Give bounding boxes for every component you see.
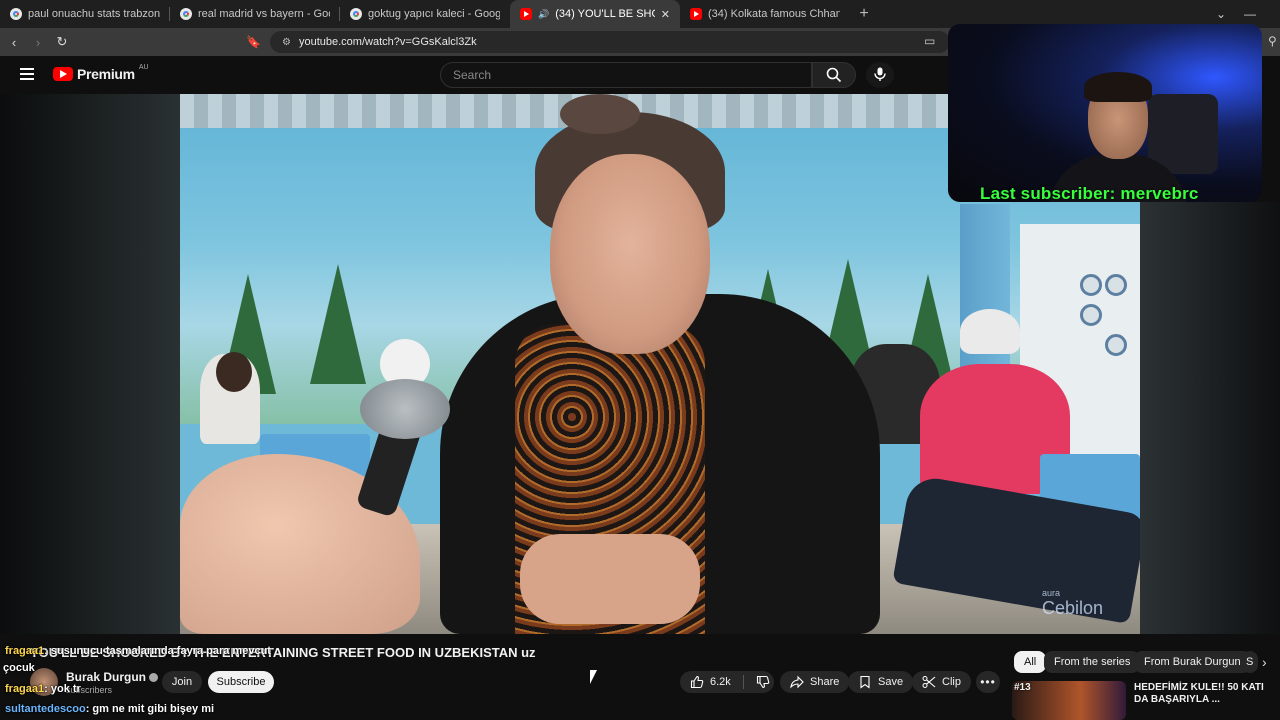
browser-tab-active[interactable]: 🔊 (34) YOU'LL BE SHOCKED BY ✕ xyxy=(510,0,680,28)
join-button[interactable]: Join xyxy=(162,671,202,693)
search-icon xyxy=(826,67,842,83)
back-icon[interactable]: ‹ xyxy=(4,35,24,50)
chat-message: sultantedescoo: gm ne mit gibi bişey mi xyxy=(5,703,214,715)
tab-label: goktug yapıcı kaleci - Google Search xyxy=(368,8,500,20)
verified-icon xyxy=(149,673,159,683)
save-button[interactable]: Save xyxy=(848,671,914,693)
chat-message: çocuk xyxy=(3,662,35,674)
browser-tab[interactable]: paul onuachu stats trabzon - Google xyxy=(0,0,170,28)
more-icon: ••• xyxy=(980,675,996,689)
tab-label: paul onuachu stats trabzon - Google xyxy=(28,8,160,20)
chip-from-channel[interactable]: From Burak Durgun xyxy=(1134,651,1251,673)
browser-tab[interactable]: (34) Kolkata famous Chhangani club xyxy=(680,0,850,28)
bookmark-save-icon xyxy=(860,675,870,689)
voice-search-button[interactable] xyxy=(866,62,894,88)
chip-from-the-series[interactable]: From the series xyxy=(1044,651,1141,673)
google-icon xyxy=(10,8,22,20)
ambient-glow-left xyxy=(0,94,180,634)
chat-text: : yok tr xyxy=(44,683,81,695)
chat-text: çocuk xyxy=(3,662,35,674)
clip-button[interactable]: Clip xyxy=(912,671,971,693)
chip-all[interactable]: All xyxy=(1014,651,1047,673)
extensions-icon[interactable]: ⚲ xyxy=(1268,34,1277,48)
like-count: 6.2k xyxy=(710,676,731,688)
youtube-icon xyxy=(520,8,532,20)
dislike-button[interactable] xyxy=(756,675,770,689)
microphone-icon xyxy=(874,67,886,81)
minimize-icon[interactable]: — xyxy=(1244,7,1256,21)
tab-label: (34) Kolkata famous Chhangani club xyxy=(708,8,840,20)
browser-tab[interactable]: goktug yapıcı kaleci - Google Search xyxy=(340,0,510,28)
youtube-icon xyxy=(690,8,702,20)
close-tab-icon[interactable]: ✕ xyxy=(661,8,670,21)
google-icon xyxy=(350,8,362,20)
chat-text: : gm ne mit gibi bişey mi xyxy=(85,703,215,715)
subscribe-button[interactable]: Subscribe xyxy=(208,671,274,693)
share-button[interactable]: Share xyxy=(780,671,850,693)
mouse-cursor-icon xyxy=(590,670,597,684)
more-actions-button[interactable]: ••• xyxy=(976,671,1000,693)
new-tab-button[interactable]: + xyxy=(850,5,878,23)
search-button[interactable] xyxy=(812,62,856,88)
chat-message: fragaa1: susunucu tasmalarında fayra par… xyxy=(5,645,271,657)
tab-label: (34) YOU'LL BE SHOCKED BY xyxy=(555,8,655,20)
tab-label: real madrid vs bayern - Google Sear xyxy=(198,8,330,20)
youtube-premium-logo[interactable]: Premium AU xyxy=(53,64,149,82)
ambient-glow-right xyxy=(1140,202,1280,634)
url-text: youtube.com/watch?v=GGsKalcl3Zk xyxy=(298,36,477,48)
chat-username: fragaa1 xyxy=(5,645,45,657)
like-dislike-group: 6.2k xyxy=(680,671,774,693)
speaker-icon[interactable]: 🔊 xyxy=(538,9,549,20)
address-bar[interactable]: ⚙ youtube.com/watch?v=GGsKalcl3Zk xyxy=(270,31,950,53)
google-icon xyxy=(180,8,192,20)
like-button[interactable]: 6.2k xyxy=(680,671,731,693)
video-watermark: aura Cebilon xyxy=(1042,588,1104,618)
chip-more[interactable]: S xyxy=(1242,651,1258,673)
forward-icon[interactable]: › xyxy=(28,35,48,50)
site-info-icon[interactable]: ⚙ xyxy=(282,37,291,48)
chat-text: : susunucu tasmalarında fayra para mevcu… xyxy=(44,645,271,657)
channel-name[interactable]: Burak Durgun xyxy=(66,670,159,684)
chat-username: sultantedescoo xyxy=(5,703,86,715)
recommended-video-title[interactable]: HEDEFİMİZ KULE!! 50 KATI DA BAŞARIYLA ..… xyxy=(1134,682,1274,706)
scissors-icon xyxy=(922,676,936,688)
chat-username: fragaa1 xyxy=(5,683,45,695)
youtube-play-icon xyxy=(53,67,73,81)
thumbs-up-icon xyxy=(690,675,704,689)
bookmark-icon[interactable]: 🔖 xyxy=(246,35,261,49)
share-icon xyxy=(790,675,804,689)
chat-message: fragaa1: yok tr xyxy=(5,683,81,695)
chevron-right-icon[interactable]: › xyxy=(1262,654,1267,670)
browser-tab[interactable]: real madrid vs bayern - Google Sear xyxy=(170,0,340,28)
search-input[interactable]: Search xyxy=(440,62,812,88)
cast-icon[interactable]: ▭ xyxy=(924,34,935,48)
streamer-webcam-overlay: Last subscriber: mervebrc xyxy=(948,24,1262,202)
recommended-video-rank: #13 xyxy=(1014,682,1031,693)
last-subscriber-text: Last subscriber: mervebrc xyxy=(980,184,1199,202)
thumbs-down-icon xyxy=(756,675,770,689)
menu-icon[interactable] xyxy=(20,68,34,80)
tab-search-icon[interactable]: ⌄ xyxy=(1216,7,1226,21)
reload-icon[interactable]: ↻ xyxy=(52,34,72,50)
